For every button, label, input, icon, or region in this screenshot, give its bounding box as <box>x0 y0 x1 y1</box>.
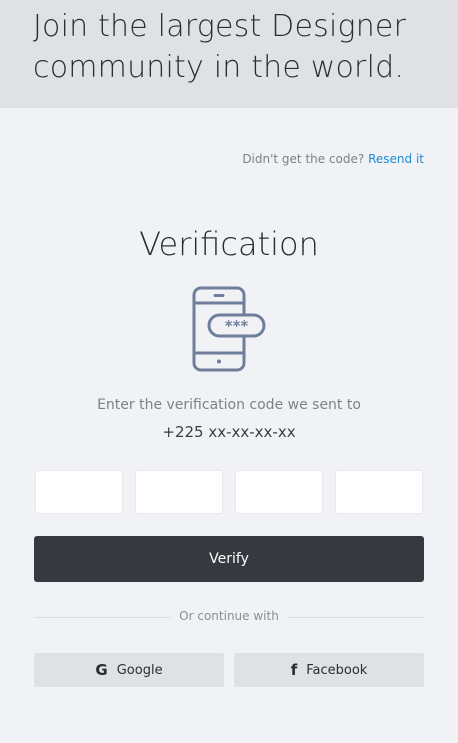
phone-number: +225 xx-xx-xx-xx <box>162 423 296 441</box>
hero-banner: Join the largest Designer community in t… <box>0 0 458 108</box>
resend-prompt: Didn't get the code? Resend it <box>242 152 424 166</box>
hero-title: Join the largest Designer community in t… <box>33 9 407 85</box>
code-digit-2[interactable] <box>135 470 223 514</box>
verification-page: Join the largest Designer community in t… <box>0 0 458 743</box>
google-button[interactable]: G Google <box>34 653 224 687</box>
google-button-label: Google <box>116 662 163 678</box>
page-title: Verification <box>139 225 319 263</box>
resend-link[interactable]: Resend it <box>368 152 424 166</box>
phone-password-icon: *** <box>192 286 266 372</box>
code-digit-1[interactable] <box>35 470 123 514</box>
google-icon: G <box>95 661 108 679</box>
divider-text: Or continue with <box>179 609 279 623</box>
verify-button[interactable]: Verify <box>34 536 424 582</box>
code-digit-4[interactable] <box>335 470 423 514</box>
code-digit-3[interactable] <box>235 470 323 514</box>
divider-line-right <box>288 617 424 618</box>
resend-prompt-text: Didn't get the code? <box>242 152 365 166</box>
facebook-button-label: Facebook <box>306 662 368 678</box>
svg-text:***: *** <box>225 317 249 335</box>
facebook-icon: f <box>290 661 298 679</box>
instruction-text: Enter the verification code we sent to <box>97 397 361 413</box>
facebook-button[interactable]: f Facebook <box>234 653 424 687</box>
